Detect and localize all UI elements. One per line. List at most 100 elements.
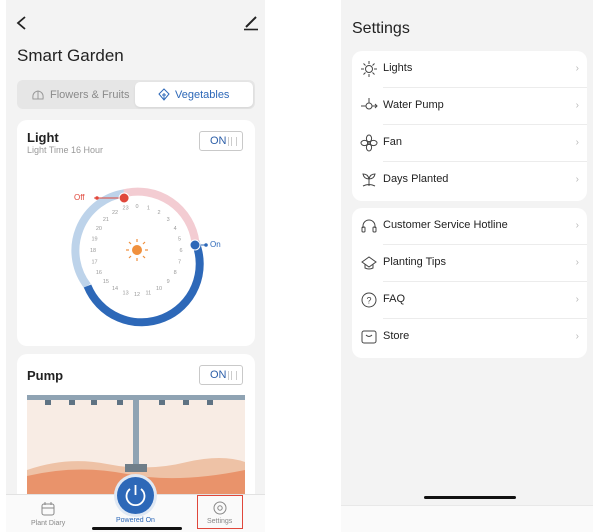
- nav-powered-on[interactable]: Powered On: [110, 477, 164, 531]
- headset-icon: [361, 219, 377, 233]
- water-pump-icon: [361, 98, 378, 110]
- toggle-grip-icon: [228, 371, 237, 380]
- light-toggle[interactable]: ON: [199, 131, 243, 151]
- back-button[interactable]: [14, 14, 30, 32]
- settings-item-faq[interactable]: ? FAQ ›: [352, 282, 587, 319]
- pump-toggle[interactable]: ON: [199, 365, 243, 385]
- nav-powered-on-label: Powered On: [116, 517, 155, 524]
- settings-item-customer-service-hotline-label: Customer Service Hotline: [383, 219, 508, 231]
- chevron-right-icon: ›: [575, 331, 579, 342]
- light-toggle-label: ON: [210, 135, 227, 147]
- hour-label: 2: [157, 210, 160, 216]
- on-label: On: [210, 240, 221, 249]
- settings-item-store-label: Store: [383, 330, 410, 342]
- svg-text:?: ?: [366, 296, 371, 306]
- settings-screen: Settings Lights › Water Pump › Fan › Day…: [341, 0, 593, 532]
- chevron-right-icon: ›: [575, 174, 579, 185]
- fan-icon: [360, 134, 378, 152]
- hour-label: 23: [123, 206, 129, 212]
- settings-item-planting-tips[interactable]: Planting Tips ›: [352, 245, 587, 282]
- settings-item-water-pump-label: Water Pump: [383, 99, 444, 111]
- sun-icon: [126, 239, 148, 261]
- settings-item-fan[interactable]: Fan ›: [352, 125, 587, 162]
- nav-settings[interactable]: Settings: [197, 495, 243, 529]
- light-title: Light: [27, 130, 59, 145]
- settings-item-days-planted[interactable]: Days Planted ›: [352, 162, 587, 199]
- hour-label: 22: [112, 210, 118, 216]
- hour-label: 14: [112, 286, 118, 292]
- tab-flowers-fruits[interactable]: Flowers & Fruits: [19, 82, 133, 107]
- vegetable-icon: [158, 88, 170, 101]
- settings-title: Settings: [352, 20, 410, 37]
- pump-toggle-label: ON: [210, 369, 227, 381]
- hour-label: 19: [91, 237, 97, 243]
- settings-item-fan-label: Fan: [383, 136, 402, 148]
- power-icon: [125, 485, 146, 507]
- back-arrow-icon: [16, 16, 26, 30]
- hour-label: 13: [123, 291, 129, 297]
- hour-label: 1: [147, 206, 150, 212]
- light-time-text: Light Time 16 Hour: [27, 145, 104, 155]
- settings-item-lights-label: Lights: [383, 62, 413, 74]
- flower-icon: [32, 90, 44, 100]
- settings-item-customer-service-hotline[interactable]: Customer Service Hotline ›: [352, 208, 587, 245]
- hour-label: 9: [167, 279, 170, 285]
- calendar-icon: [41, 502, 55, 516]
- hour-label: 4: [174, 226, 177, 232]
- settings-item-lights[interactable]: Lights ›: [352, 51, 587, 88]
- settings-group-devices: Lights › Water Pump › Fan › Days Planted…: [352, 51, 587, 201]
- hour-label: 7: [178, 259, 181, 265]
- hour-label: 5: [178, 237, 181, 243]
- light-card: Light Light Time 16 Hour ON 22 23 0 1 2 3 4 5 6 7…: [17, 120, 255, 346]
- hour-label: 0: [135, 204, 138, 210]
- tab-flowers-fruits-label: Flowers & Fruits: [50, 89, 130, 101]
- category-tabs: Flowers & Fruits Vegetables: [17, 80, 255, 109]
- hour-label: 11: [146, 291, 152, 297]
- faq-icon: ?: [361, 292, 377, 308]
- off-handle: [118, 192, 130, 204]
- nav-plant-diary-label: Plant Diary: [31, 520, 66, 527]
- tab-vegetables[interactable]: Vegetables: [135, 82, 253, 107]
- store-icon: [361, 330, 377, 344]
- hour-label: 10: [156, 286, 162, 292]
- chevron-right-icon: ›: [575, 100, 579, 111]
- page-title: Smart Garden: [17, 46, 124, 65]
- chevron-right-icon: ›: [575, 220, 579, 231]
- on-handle: [189, 239, 201, 251]
- chevron-right-icon: ›: [575, 294, 579, 305]
- off-label: Off: [74, 193, 85, 202]
- light-schedule-dial[interactable]: 2223 0 123456789101112131415161718192021: [17, 172, 255, 332]
- toggle-grip-icon: [228, 137, 237, 146]
- settings-item-water-pump[interactable]: Water Pump ›: [352, 88, 587, 125]
- settings-item-faq-label: FAQ: [383, 293, 406, 305]
- settings-icon: [213, 501, 227, 515]
- sprout-icon: [362, 173, 376, 187]
- nav-plant-diary[interactable]: Plant Diary: [24, 499, 74, 531]
- hour-label: 16: [96, 270, 102, 276]
- hour-label: 21: [103, 217, 109, 223]
- hour-label: 18: [90, 248, 96, 254]
- home-indicator: [424, 496, 516, 499]
- settings-item-days-planted-label: Days Planted: [383, 173, 449, 185]
- hour-label: 17: [91, 259, 97, 265]
- edit-pencil-icon: [244, 16, 258, 31]
- off-period-arc: [123, 187, 200, 243]
- bottom-nav: Plant Diary Powered On Settings: [6, 477, 265, 532]
- chevron-right-icon: ›: [575, 63, 579, 74]
- tips-icon: [361, 256, 377, 270]
- settings-group-support: Customer Service Hotline › Planting Tips…: [352, 208, 587, 358]
- chevron-right-icon: ›: [575, 137, 579, 148]
- hour-label: 12: [134, 292, 140, 298]
- light-icon: [361, 61, 377, 77]
- smart-garden-screen: Smart Garden Flowers & Fruits Vegetables…: [6, 0, 265, 532]
- hour-label: 3: [167, 217, 170, 223]
- edit-button[interactable]: [243, 15, 259, 31]
- pump-title: Pump: [27, 368, 64, 383]
- hour-label: 6: [179, 248, 182, 254]
- power-button[interactable]: [117, 477, 154, 514]
- hour-label: 15: [103, 279, 109, 285]
- settings-item-store[interactable]: Store ›: [352, 319, 587, 356]
- hour-label: 20: [96, 226, 102, 232]
- chevron-right-icon: ›: [575, 257, 579, 268]
- settings-item-planting-tips-label: Planting Tips: [383, 256, 446, 268]
